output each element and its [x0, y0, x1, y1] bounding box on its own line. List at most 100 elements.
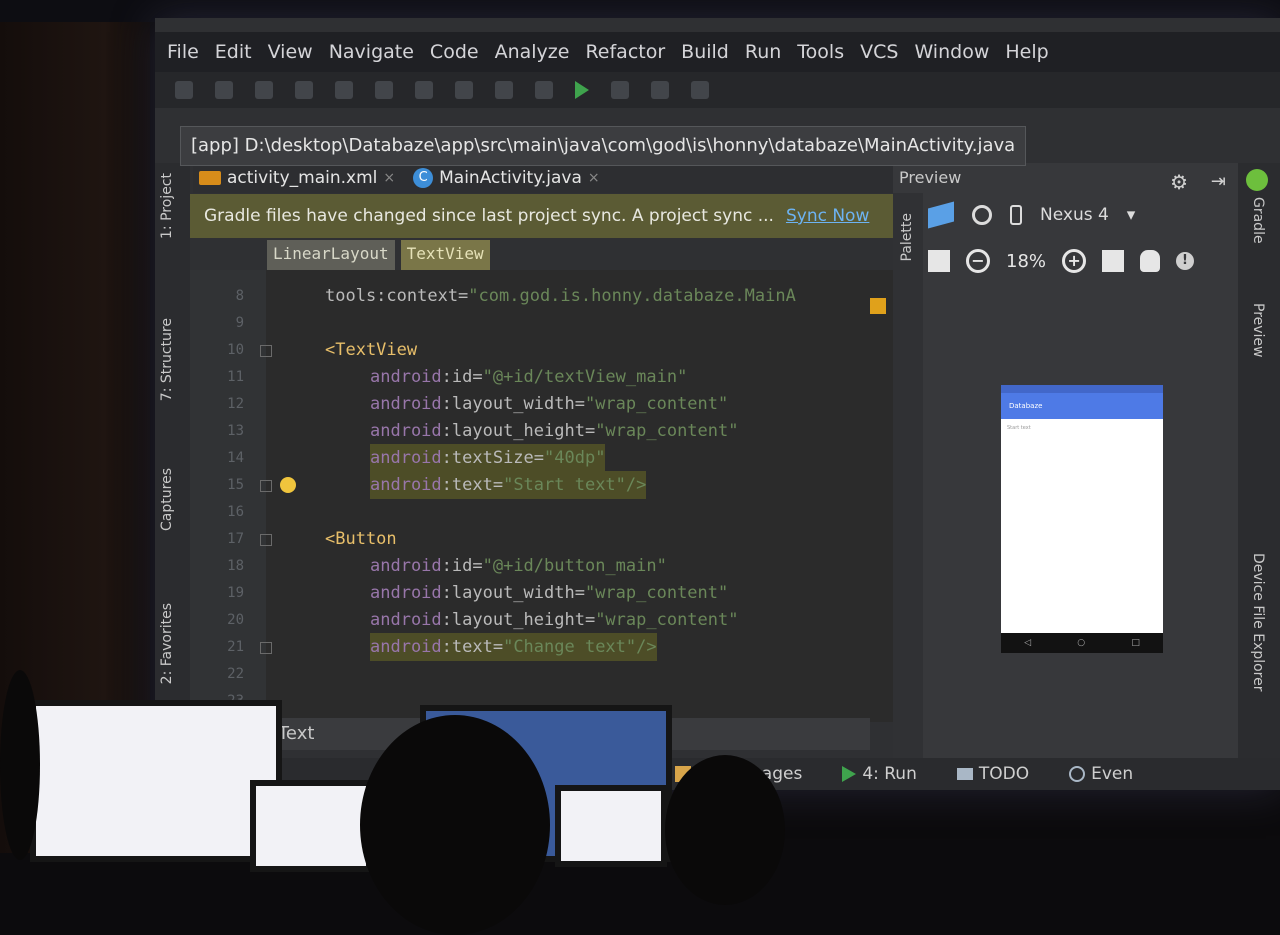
- xml-attr: :layout_width=: [441, 583, 585, 603]
- zoom-toolbar: − 18% + !: [928, 241, 1195, 281]
- captures-tool-button[interactable]: Captures: [159, 468, 175, 531]
- menu-item-window[interactable]: Window: [914, 41, 989, 63]
- chevron-down-icon[interactable]: ▾: [1127, 205, 1136, 225]
- run-icon[interactable]: [575, 81, 589, 99]
- open-icon[interactable]: [175, 81, 193, 99]
- xml-ns: android: [370, 421, 442, 441]
- gradle-sync-banner: Gradle files have changed since last pro…: [190, 194, 893, 238]
- design-surface-icon[interactable]: [928, 201, 954, 229]
- replace-icon[interactable]: [535, 81, 553, 99]
- close-icon[interactable]: ×: [588, 170, 600, 186]
- run-tool-button[interactable]: 4: Run: [842, 764, 917, 784]
- device-file-explorer-tool-button[interactable]: Device File Explorer: [1250, 553, 1266, 692]
- menu-item-vcs[interactable]: VCS: [860, 41, 898, 63]
- xml-attr: :layout_width=: [441, 394, 585, 414]
- find-icon[interactable]: [495, 81, 513, 99]
- sync-now-link[interactable]: Sync Now: [786, 206, 869, 226]
- menu-item-refactor[interactable]: Refactor: [585, 41, 665, 63]
- code-editor[interactable]: 8 tools:context="com.god.is.honny.databaz…: [190, 270, 925, 722]
- menu-item-help[interactable]: Help: [1005, 41, 1048, 63]
- avd-manager-icon[interactable]: [651, 81, 669, 99]
- save-icon[interactable]: [215, 81, 233, 99]
- xml-attr: :id=: [441, 556, 483, 576]
- back-icon: ◁: [1024, 638, 1032, 648]
- menu-item-code[interactable]: Code: [430, 41, 479, 63]
- device-text-view: Start text: [1007, 425, 1031, 431]
- copy-icon[interactable]: [415, 81, 433, 99]
- cut-icon[interactable]: [375, 81, 393, 99]
- undo-icon[interactable]: [295, 81, 313, 99]
- code-line: 17 <Button: [190, 525, 893, 553]
- xml-attr: tools:context=: [325, 286, 469, 306]
- xml-attr: :text=: [441, 637, 504, 657]
- xml-ns: android: [370, 367, 442, 387]
- close-icon[interactable]: ×: [383, 170, 395, 186]
- project-tool-button[interactable]: 1: Project: [159, 173, 175, 239]
- structure-tool-button[interactable]: 7: Structure: [159, 318, 175, 401]
- ide-window: File Edit View Navigate Code Analyze Refactor B…: [155, 18, 1280, 790]
- menu-item-edit[interactable]: Edit: [215, 41, 252, 63]
- tab-mainactivity-java[interactable]: C MainActivity.java ×: [413, 168, 600, 188]
- redo-icon[interactable]: [335, 81, 353, 99]
- device-selector[interactable]: Nexus 4: [1040, 205, 1109, 225]
- sync-icon[interactable]: [255, 81, 273, 99]
- preview-header: Preview ⚙ ⇥: [893, 163, 1238, 194]
- menu-item-view[interactable]: View: [268, 41, 313, 63]
- debug-icon[interactable]: [611, 81, 629, 99]
- menu-bar: File Edit View Navigate Code Analyze Refactor B…: [155, 32, 1280, 72]
- menu-item-tools[interactable]: Tools: [797, 41, 844, 63]
- zoom-out-icon[interactable]: −: [966, 249, 990, 273]
- code-text: android:layout_width="wrap_content": [370, 390, 728, 418]
- gradle-tool-button[interactable]: Gradle: [1250, 197, 1266, 244]
- breadcrumb-linearlayout[interactable]: LinearLayout: [267, 240, 395, 270]
- tab-label: MainActivity.java: [439, 168, 582, 188]
- fold-icon[interactable]: [260, 642, 272, 654]
- xml-val: "com.god.is.honny.databaze.MainA: [468, 286, 796, 306]
- layout-columns-icon[interactable]: [928, 250, 950, 272]
- device-preview: Databaze Start text ◁ ○ □: [1001, 385, 1163, 653]
- menu-item-analyze[interactable]: Analyze: [495, 41, 570, 63]
- palette-tool-button[interactable]: Palette: [899, 213, 915, 262]
- xml-val: "Change text"/>: [503, 637, 657, 657]
- code-text: android:layout_height="wrap_content": [370, 606, 738, 634]
- xml-ns: android: [370, 475, 442, 495]
- menu-item-navigate[interactable]: Navigate: [329, 41, 414, 63]
- hide-panel-icon[interactable]: ⇥: [1211, 167, 1226, 197]
- xml-val: "wrap_content": [584, 583, 729, 603]
- preview-tool-button[interactable]: Preview: [1250, 303, 1266, 358]
- sdk-manager-icon[interactable]: [691, 81, 709, 99]
- tab-activity-main-xml[interactable]: activity_main.xml ×: [199, 168, 395, 188]
- line-number: 9: [235, 315, 244, 331]
- fold-icon[interactable]: [260, 534, 272, 546]
- code-line: 13 android:layout_height="wrap_content": [190, 417, 893, 445]
- line-number: 20: [227, 612, 244, 628]
- paste-icon[interactable]: [455, 81, 473, 99]
- info-icon[interactable]: !: [1176, 252, 1195, 270]
- event-log-tool-button[interactable]: Even: [1069, 764, 1133, 784]
- code-text: android:layout_width="wrap_content": [370, 579, 728, 607]
- banner-message: Gradle files have changed since last pro…: [204, 206, 774, 226]
- code-text: android:textSize="40dp": [370, 444, 606, 472]
- xml-ns: android: [370, 637, 442, 657]
- fold-icon[interactable]: [260, 345, 272, 357]
- todo-icon: [956, 768, 973, 780]
- code-line: 8 tools:context="com.god.is.honny.databaz…: [190, 282, 893, 310]
- todo-tool-button[interactable]: TODO: [956, 764, 1029, 784]
- breadcrumb-textview[interactable]: TextView: [400, 240, 490, 270]
- gradle-icon: [1246, 169, 1268, 191]
- line-number: 22: [227, 666, 244, 682]
- zoom-in-icon[interactable]: +: [1062, 249, 1087, 273]
- menu-item-run[interactable]: Run: [745, 41, 781, 63]
- gear-icon[interactable]: ⚙: [1170, 167, 1188, 197]
- tab-text-mode[interactable]: Text: [278, 723, 314, 744]
- fold-icon[interactable]: [260, 480, 272, 492]
- lightbulb-icon[interactable]: [280, 477, 296, 493]
- menu-item-build[interactable]: Build: [681, 41, 729, 63]
- menu-item-file[interactable]: File: [167, 41, 199, 63]
- pan-hand-icon[interactable]: [1140, 250, 1161, 272]
- zoom-fit-icon[interactable]: [1102, 250, 1125, 272]
- audience-head: [0, 670, 40, 860]
- favorites-tool-button[interactable]: 2: Favorites: [159, 603, 175, 684]
- xml-attr: :text=: [441, 475, 504, 495]
- orientation-icon[interactable]: [972, 205, 992, 225]
